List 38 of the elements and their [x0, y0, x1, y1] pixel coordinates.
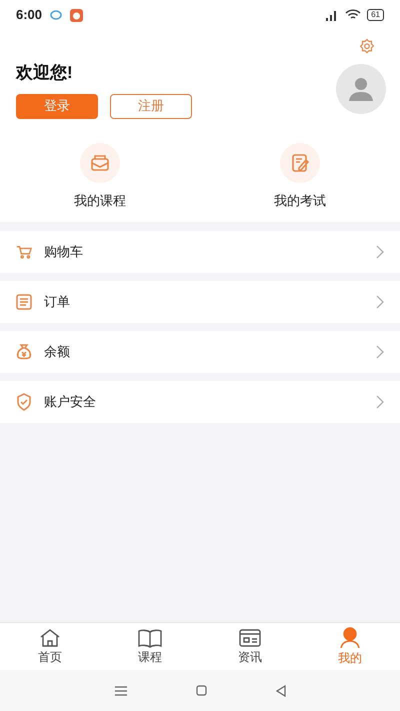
settings-icon[interactable] [358, 38, 376, 56]
cart-icon [16, 244, 32, 260]
welcome-heading: 欢迎您! [16, 62, 74, 84]
app-notification-icon [70, 8, 84, 22]
tab-item[interactable]: 首页 [0, 623, 100, 670]
menu-item[interactable]: 购物车 [0, 231, 400, 273]
money-bag-icon [16, 343, 32, 361]
back-icon[interactable] [276, 684, 286, 696]
shortcut-label[interactable]: 我的考试 [274, 190, 326, 210]
menu-label: 账户安全 [44, 393, 97, 412]
menu-label: 购物车 [44, 243, 84, 262]
status-time: 6:00 [16, 6, 42, 24]
menu-item[interactable]: 订单 [0, 281, 400, 323]
wifi-icon [345, 9, 362, 21]
tab-item[interactable]: 资讯 [200, 623, 300, 670]
chevron-right-icon [376, 295, 384, 309]
home-icon [39, 628, 61, 648]
shortcut-label[interactable]: 我的课程 [74, 190, 126, 210]
menu-label: 余额 [44, 343, 71, 362]
shield-icon [16, 393, 32, 411]
square-icon[interactable] [196, 685, 206, 696]
menu-icon[interactable] [114, 686, 126, 696]
menu-item[interactable]: 账户安全 [0, 381, 400, 423]
note-pencil-icon [290, 152, 310, 172]
list-icon [16, 294, 32, 310]
person-icon [339, 626, 361, 648]
chevron-right-icon [376, 345, 384, 359]
chevron-right-icon [376, 245, 384, 259]
menu-item[interactable]: 余额 [0, 331, 400, 373]
battery-indicator: 61 [367, 9, 384, 21]
book-icon [137, 628, 163, 648]
menu-label: 订单 [44, 293, 71, 312]
chat-bubble-icon [50, 10, 62, 20]
person-silhouette-icon [347, 75, 375, 104]
chevron-right-icon [376, 395, 384, 409]
newspaper-icon [238, 628, 262, 648]
tab-item[interactable]: 课程 [100, 623, 200, 670]
envelope-icon [90, 154, 110, 172]
